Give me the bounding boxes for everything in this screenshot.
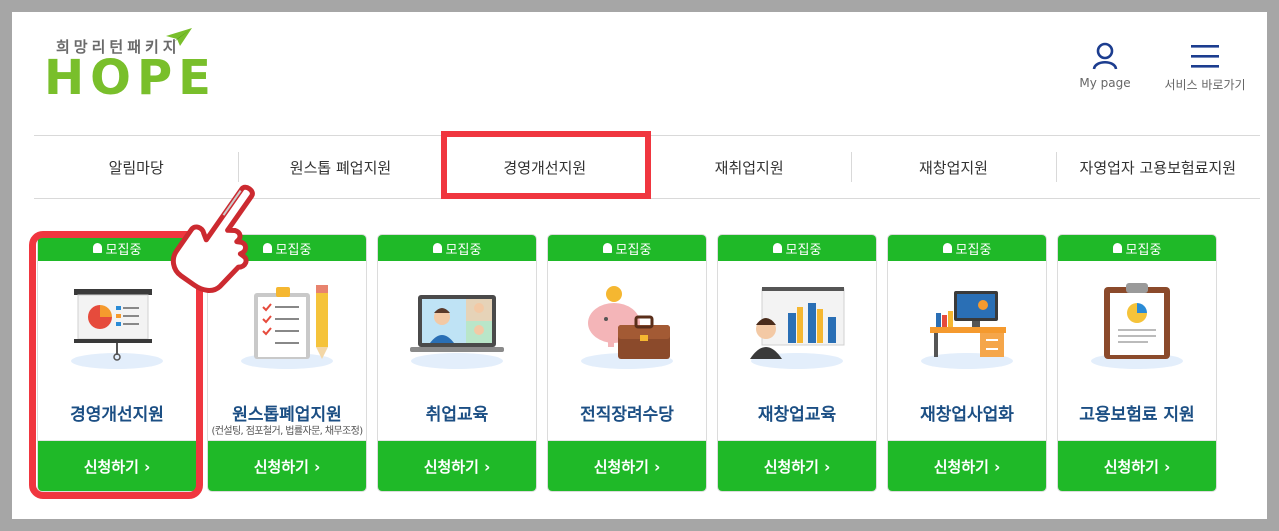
recruiting-badge: 모집중 — [1058, 235, 1216, 261]
bell-icon — [942, 243, 952, 253]
user-icon — [1092, 42, 1118, 70]
card-note: (컨설팅, 점포철거, 법률자문, 채무조정) — [211, 426, 363, 437]
piggy-bank-briefcase-icon — [581, 286, 673, 369]
card-title: 전직장려수당 — [580, 405, 674, 425]
apply-button[interactable]: 신청하기 › — [548, 441, 706, 491]
bell-icon — [1112, 243, 1122, 253]
program-card: 모집중 재창업교육 신청하기 › — [717, 234, 877, 492]
card-title: 재창업사업화 — [920, 405, 1014, 425]
nav-item-insurance-support[interactable]: 자영업자 고용보험료지원 — [1055, 136, 1260, 198]
hamburger-menu-icon — [1191, 45, 1219, 68]
apply-button[interactable]: 신청하기 › — [378, 441, 536, 491]
bell-icon — [772, 243, 782, 253]
mypage-label: My page — [1079, 76, 1131, 90]
program-card: 모집중 취업교육 신청하기 › — [377, 234, 537, 492]
bell-icon — [432, 243, 442, 253]
apply-button[interactable]: 신청하기 › — [208, 441, 366, 491]
pointing-hand-icon — [170, 184, 255, 293]
bell-icon — [602, 243, 612, 253]
program-card: 모집중 재창업사업화 신청하기 › — [887, 234, 1047, 492]
service-menu-label: 서비스 바로가기 — [1164, 78, 1246, 92]
nav-item-reemployment[interactable]: 재취업지원 — [646, 136, 851, 198]
recruiting-badge: 모집중 — [378, 235, 536, 261]
card-title: 재창업교육 — [757, 405, 837, 425]
nav-item-closure-support[interactable]: 원스톱 폐업지원 — [238, 136, 442, 198]
document-clipboard-icon — [1091, 283, 1183, 369]
program-card: 모집중 전직장려수당 신청하기 › — [547, 234, 707, 492]
program-card: 모집중 고용보험료 지원 신청하기 › — [1057, 234, 1217, 492]
nav-highlight-box — [441, 131, 651, 199]
service-menu-button[interactable]: 서비스 바로가기 — [1160, 42, 1250, 93]
video-meeting-laptop-icon — [410, 295, 504, 369]
bar-chart-presenter-icon — [750, 287, 845, 369]
nav-item-restartup[interactable]: 재창업지원 — [851, 136, 1055, 198]
apply-button[interactable]: 신청하기 › — [1058, 441, 1216, 491]
recruiting-badge: 모집중 — [718, 235, 876, 261]
page-frame: 희망리턴패키지 HOPE My page 서비스 바로가기 알림마당 원스톱 폐… — [12, 12, 1267, 519]
recruiting-badge: 모집중 — [548, 235, 706, 261]
card-title: 취업교육 — [425, 405, 489, 425]
logo-wordmark: HOPE — [44, 50, 217, 106]
apply-button[interactable]: 신청하기 › — [888, 441, 1046, 491]
recruiting-badge: 모집중 — [888, 235, 1046, 261]
apply-button[interactable]: 신청하기 › — [718, 441, 876, 491]
hope-logo[interactable]: 희망리턴패키지 HOPE — [44, 26, 211, 116]
paper-plane-icon — [166, 28, 192, 46]
mypage-button[interactable]: My page — [1072, 42, 1138, 90]
card-title: 고용보험료 지원 — [1079, 405, 1195, 425]
office-desk-monitor-icon — [921, 291, 1013, 369]
